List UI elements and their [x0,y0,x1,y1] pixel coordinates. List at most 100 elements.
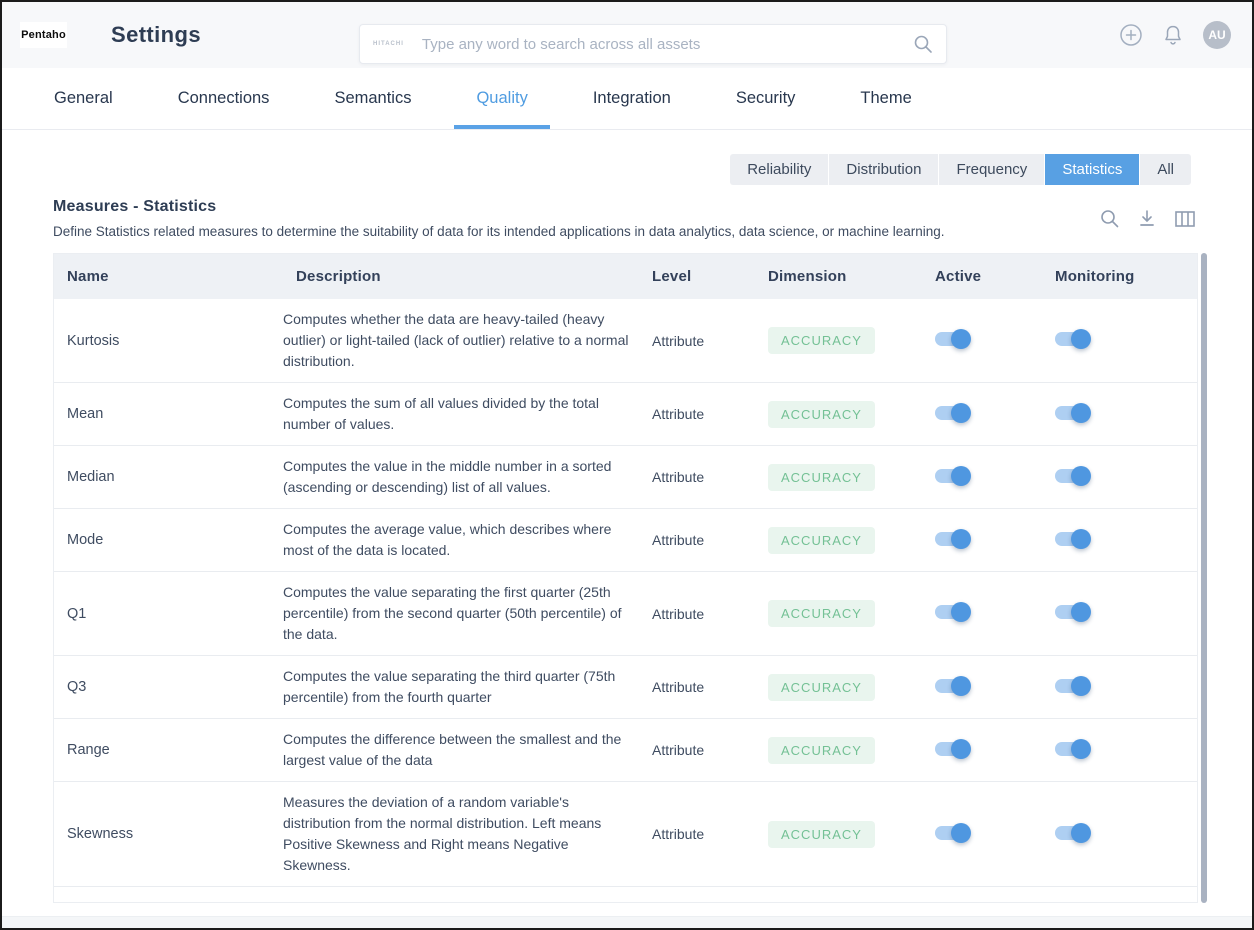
measure-name: Median [54,469,283,485]
monitoring-toggle[interactable] [1055,532,1088,546]
tab-general[interactable]: General [32,68,135,129]
monitoring-cell [1042,679,1197,696]
table-row-q1[interactable]: Q1Computes the value separating the firs… [54,572,1197,656]
tab-bar: General Connections Semantics Quality Integr… [2,68,1252,130]
monitoring-toggle[interactable] [1055,826,1088,840]
measure-dimension-cell: ACCURACY [755,600,922,627]
measure-description: Computes the difference between the smal… [283,719,639,781]
monitoring-toggle[interactable] [1055,605,1088,619]
active-cell [922,605,1042,622]
section-description: Define Statistics related measures to de… [53,224,945,239]
measure-name: Q1 [54,606,283,622]
header-actions: AU [1119,2,1231,68]
user-avatar[interactable]: AU [1203,21,1231,49]
global-search: HITACHI [359,24,947,64]
filter-reliability[interactable]: Reliability [730,154,828,185]
footer-strip [2,916,1252,928]
dimension-badge: ACCURACY [768,401,875,428]
monitoring-toggle-knob [1071,329,1091,349]
monitoring-toggle[interactable] [1055,332,1088,346]
table-row-mean[interactable]: MeanComputes the sum of all values divid… [54,383,1197,446]
search-input[interactable] [420,35,913,54]
active-toggle-knob [951,466,971,486]
column-header-monitoring[interactable]: Monitoring [1042,268,1197,285]
measure-description: Computes the sum of all values divided b… [283,383,639,445]
tab-connections[interactable]: Connections [156,68,292,129]
measure-level: Attribute [639,679,755,695]
measure-dimension-cell: ACCURACY [755,464,922,491]
tab-quality[interactable]: Quality [454,68,549,129]
measure-level: Attribute [639,469,755,485]
active-toggle[interactable] [935,532,968,546]
active-cell [922,679,1042,696]
active-toggle-knob [951,403,971,423]
table-row-skewness[interactable]: SkewnessMeasures the deviation of a rand… [54,782,1197,887]
monitoring-toggle-knob [1071,676,1091,696]
tab-integration[interactable]: Integration [571,68,693,129]
table-row-q3[interactable]: Q3Computes the value separating the thir… [54,656,1197,719]
table-header-row: NameDescriptionLevelDimensionActiveMonit… [54,254,1197,299]
measure-dimension-cell: ACCURACY [755,674,922,701]
search-icon[interactable] [913,34,933,54]
monitoring-toggle[interactable] [1055,406,1088,420]
active-toggle[interactable] [935,826,968,840]
download-icon[interactable] [1137,208,1157,229]
dimension-badge: ACCURACY [768,464,875,491]
pentaho-logo-text: Pentaho [21,29,66,41]
add-icon[interactable] [1119,23,1143,47]
notifications-bell-icon[interactable] [1162,23,1184,47]
columns-icon[interactable] [1174,209,1196,229]
measure-name: Skewness [54,826,283,842]
measure-level: Attribute [639,742,755,758]
filter-distribution[interactable]: Distribution [829,154,938,185]
measure-dimension-cell: ACCURACY [755,401,922,428]
measure-description: Computes the value separating the third … [283,656,639,718]
monitoring-toggle-knob [1071,403,1091,423]
monitoring-toggle[interactable] [1055,679,1088,693]
pentaho-logo[interactable]: Pentaho [20,22,67,48]
column-header-description[interactable]: Description [283,268,639,285]
monitoring-cell [1042,742,1197,759]
tab-semantics[interactable]: Semantics [312,68,433,129]
active-toggle[interactable] [935,332,968,346]
table-search-icon[interactable] [1099,208,1120,229]
monitoring-cell [1042,332,1197,349]
tab-theme[interactable]: Theme [838,68,933,129]
table-row-mode[interactable]: ModeComputes the average value, which de… [54,509,1197,572]
section-head: Measures - Statistics Define Statistics … [53,198,1196,239]
monitoring-toggle-knob [1071,529,1091,549]
active-toggle[interactable] [935,605,968,619]
table-row-median[interactable]: MedianComputes the value in the middle n… [54,446,1197,509]
table-row-range[interactable]: RangeComputes the difference between the… [54,719,1197,782]
table-toolbar [1099,208,1196,229]
dimension-badge: ACCURACY [768,327,875,354]
column-header-level[interactable]: Level [639,268,755,285]
column-header-dimension[interactable]: Dimension [755,268,922,285]
monitoring-toggle[interactable] [1055,742,1088,756]
table-row-kurtosis[interactable]: KurtosisComputes whether the data are he… [54,299,1197,383]
monitoring-toggle-knob [1071,602,1091,622]
active-toggle[interactable] [935,742,968,756]
filter-statistics[interactable]: Statistics [1045,154,1139,185]
table-scrollbar[interactable] [1201,253,1207,903]
monitoring-toggle-knob [1071,823,1091,843]
filter-all[interactable]: All [1140,154,1191,185]
tab-security[interactable]: Security [714,68,818,129]
monitoring-cell [1042,469,1197,486]
measure-description: Computes the value in the middle number … [283,446,639,508]
filter-frequency[interactable]: Frequency [939,154,1044,185]
monitoring-toggle[interactable] [1055,469,1088,483]
column-header-name[interactable]: Name [54,268,283,285]
active-toggle[interactable] [935,469,968,483]
active-toggle-knob [951,739,971,759]
measure-dimension-cell: ACCURACY [755,737,922,764]
section-head-text: Measures - Statistics Define Statistics … [53,198,945,239]
active-toggle[interactable] [935,679,968,693]
active-cell [922,406,1042,423]
column-header-active[interactable]: Active [922,268,1042,285]
active-toggle-knob [951,676,971,696]
monitoring-toggle-knob [1071,466,1091,486]
active-toggle[interactable] [935,406,968,420]
measure-name: Range [54,742,283,758]
measure-level: Attribute [639,333,755,349]
